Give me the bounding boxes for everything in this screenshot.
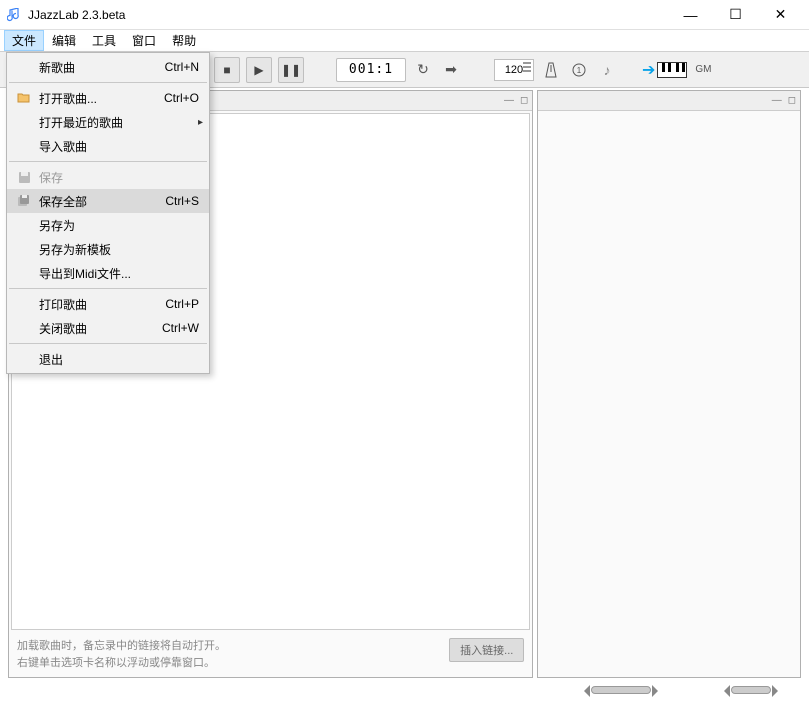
- menu-separator: [9, 161, 207, 162]
- panel-minimize-icon[interactable]: —: [504, 95, 514, 106]
- submenu-arrow-icon: ▸: [198, 117, 203, 128]
- gm-label: GM: [695, 64, 711, 75]
- play-button[interactable]: ▶: [246, 57, 272, 83]
- menu-open-recent[interactable]: 打开最近的歌曲 ▸: [7, 110, 209, 134]
- menu-window[interactable]: 窗口: [124, 30, 164, 51]
- right-panel-header: — ◻: [538, 91, 800, 111]
- menu-save-all[interactable]: 保存全部 Ctrl+S: [7, 189, 209, 213]
- piano-icon: [657, 62, 687, 78]
- menu-help[interactable]: 帮助: [164, 30, 204, 51]
- pause-button[interactable]: ❚❚: [278, 57, 304, 83]
- left-panel-footer: 加载歌曲时，备忘录中的链接将自动打开。 右键单击选项卡名称以浮动或停靠窗口。 插…: [9, 632, 532, 677]
- menu-import-song[interactable]: 导入歌曲: [7, 134, 209, 158]
- panel-minimize-icon[interactable]: —: [772, 95, 782, 106]
- right-panel: — ◻: [537, 90, 801, 678]
- h-scroll-handle[interactable]: [591, 686, 651, 694]
- menu-new-song[interactable]: 新歌曲 Ctrl+N: [7, 55, 209, 79]
- window-title: JJazzLab 2.3.beta: [28, 8, 668, 22]
- menu-tools[interactable]: 工具: [84, 30, 124, 51]
- menu-separator: [9, 82, 207, 83]
- position-display: 001:1: [336, 58, 406, 82]
- titlebar: JJazzLab 2.3.beta — ☐ ✕: [0, 0, 809, 30]
- tuning-fork-icon[interactable]: ♪: [596, 59, 618, 81]
- menu-separator: [9, 343, 207, 344]
- menu-separator: [9, 288, 207, 289]
- menu-export-midi[interactable]: 导出到Midi文件...: [7, 261, 209, 285]
- maximize-button[interactable]: ☐: [713, 1, 758, 29]
- svg-text:1: 1: [577, 66, 582, 75]
- close-button[interactable]: ✕: [758, 1, 803, 29]
- panel-restore-icon[interactable]: ◻: [520, 95, 528, 106]
- menu-close-song[interactable]: 关闭歌曲 Ctrl+W: [7, 316, 209, 340]
- panel-restore-icon[interactable]: ◻: [788, 95, 796, 106]
- hint-line-2: 右键单击选项卡名称以浮动或停靠窗口。: [17, 655, 226, 672]
- tempo-value: 120: [505, 64, 523, 76]
- folder-open-icon: [13, 92, 35, 104]
- midi-out-indicator[interactable]: ➔: [642, 60, 687, 80]
- forward-icon[interactable]: ➡: [440, 59, 462, 81]
- metronome-icon[interactable]: [540, 59, 562, 81]
- menu-edit[interactable]: 编辑: [44, 30, 84, 51]
- menu-exit[interactable]: 退出: [7, 347, 209, 371]
- stop-button[interactable]: ■: [214, 57, 240, 83]
- menu-open-song[interactable]: 打开歌曲... Ctrl+O: [7, 86, 209, 110]
- loop-icon[interactable]: ↻: [412, 59, 434, 81]
- menubar: 文件 编辑 工具 窗口 帮助: [0, 30, 809, 52]
- count-in-icon[interactable]: 1: [568, 59, 590, 81]
- menu-save-as[interactable]: 另存为: [7, 213, 209, 237]
- minimize-button[interactable]: —: [668, 1, 713, 29]
- arrow-right-icon: ➔: [642, 60, 655, 80]
- hint-line-1: 加载歌曲时，备忘录中的链接将自动打开。: [17, 638, 226, 655]
- window-buttons: — ☐ ✕: [668, 1, 803, 29]
- file-dropdown-menu: 新歌曲 Ctrl+N 打开歌曲... Ctrl+O 打开最近的歌曲 ▸ 导入歌曲…: [6, 52, 210, 374]
- menu-file[interactable]: 文件: [4, 30, 44, 51]
- save-icon: [13, 171, 35, 184]
- save-all-icon: [13, 194, 35, 208]
- app-icon: [6, 7, 22, 23]
- hint-text: 加载歌曲时，备忘录中的链接将自动打开。 右键单击选项卡名称以浮动或停靠窗口。: [17, 638, 226, 671]
- tempo-input[interactable]: 120: [494, 59, 534, 81]
- zoom-handle[interactable]: [731, 686, 771, 694]
- menu-save-as-template[interactable]: 另存为新模板: [7, 237, 209, 261]
- menu-print[interactable]: 打印歌曲 Ctrl+P: [7, 292, 209, 316]
- insert-link-button[interactable]: 插入链接...: [449, 638, 524, 662]
- menu-save[interactable]: 保存: [7, 165, 209, 189]
- bottom-scrollbar: [8, 682, 801, 698]
